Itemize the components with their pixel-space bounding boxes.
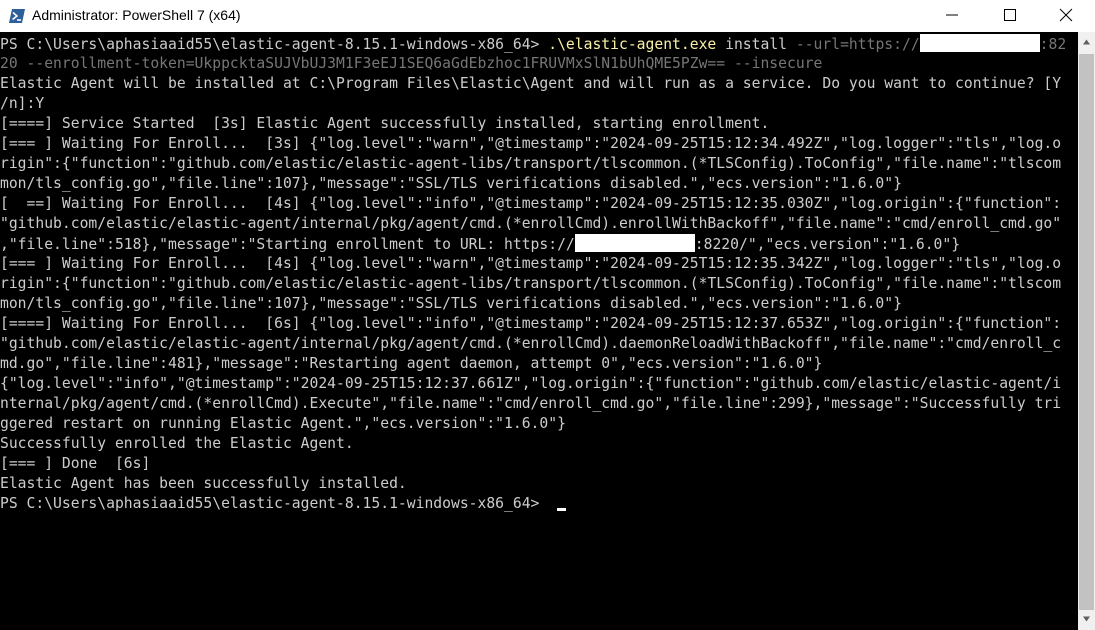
terminal-console[interactable]: PS C:\Users\aphasiaaid55\elastic-agent-8… xyxy=(0,34,1078,630)
output-line: Elastic Agent will be installed at C:\Pr… xyxy=(0,75,1062,92)
text-cursor xyxy=(557,508,567,511)
output-line: /n]:Y xyxy=(0,95,45,112)
output-line: {"log.level":"info","@timestamp":"2024-0… xyxy=(0,375,1062,392)
minimize-icon xyxy=(946,14,958,16)
output-line: [=== ] Done [6s] xyxy=(0,455,151,472)
output-line: [====] Service Started [3s] Elastic Agen… xyxy=(0,115,770,132)
close-button[interactable] xyxy=(1037,0,1095,30)
final-prompt: PS C:\Users\aphasiaaid55\elastic-agent-8… xyxy=(0,495,549,512)
command-line-continued: 20 --enrollment-token=UkppcktaSUJVbUJ3M1… xyxy=(0,55,823,72)
output-line: "github.com/elastic/elastic-agent/intern… xyxy=(0,335,1062,352)
output-line: mon/tls_config.go","file.line":107},"mes… xyxy=(0,175,902,192)
window-title: Administrator: PowerShell 7 (x64) xyxy=(32,7,241,23)
vertical-scrollbar[interactable] xyxy=(1078,32,1095,630)
output-line: "github.com/elastic/elastic-agent/intern… xyxy=(0,215,1062,232)
output-line: [====] Waiting For Enroll... [6s] {"log.… xyxy=(0,315,1062,332)
output-line: mon/tls_config.go","file.line":107},"mes… xyxy=(0,295,902,312)
scrollbar-thumb[interactable] xyxy=(1079,54,1094,610)
output-line: [=== ] Waiting For Enroll... [4s] {"log.… xyxy=(0,255,1062,272)
output-line: rigin":{"function":"github.com/elastic/e… xyxy=(0,155,1062,172)
maximize-button[interactable] xyxy=(981,0,1039,30)
prompt: PS C:\Users\aphasiaaid55\elastic-agent-8… xyxy=(0,36,549,53)
output-line: [=== ] Waiting For Enroll... [3s] {"log.… xyxy=(0,135,1062,152)
redacted-url xyxy=(919,34,1040,52)
output-line: nternal/pkg/agent/cmd.(*enrollCmd).Execu… xyxy=(0,395,1062,412)
command-subcommand: install xyxy=(716,36,796,53)
output-line: Elastic Agent has been successfully inst… xyxy=(0,475,407,492)
redacted-host xyxy=(574,234,695,252)
final-prompt-line[interactable]: PS C:\Users\aphasiaaid55\elastic-agent-8… xyxy=(0,494,1078,514)
scroll-down-arrow-icon[interactable] xyxy=(1082,614,1091,623)
output-line: Successfully enrolled the Elastic Agent. xyxy=(0,435,354,452)
output-line-url: ,"file.line":518},"message":"Starting en… xyxy=(0,234,1078,254)
command-url-suffix: :82 xyxy=(1039,36,1067,53)
close-icon xyxy=(1059,8,1073,22)
minimize-button[interactable] xyxy=(923,0,981,30)
url-line-after: :8220/","ecs.version":"1.6.0"} xyxy=(694,236,961,253)
command-executable: .\elastic-agent.exe xyxy=(548,36,717,53)
title-bar[interactable]: Administrator: PowerShell 7 (x64) xyxy=(0,0,1095,32)
powershell-icon xyxy=(9,9,25,23)
maximize-icon xyxy=(1004,9,1016,21)
command-line: PS C:\Users\aphasiaaid55\elastic-agent-8… xyxy=(0,34,1078,54)
output-line: rigin":{"function":"github.com/elastic/e… xyxy=(0,275,1062,292)
command-url-param: --url=https:// xyxy=(795,36,920,53)
output-line: md.go","file.line":481},"message":"Resta… xyxy=(0,355,823,372)
url-line-before: ,"file.line":518},"message":"Starting en… xyxy=(0,236,575,253)
scroll-up-arrow-icon[interactable] xyxy=(1082,38,1091,47)
output-line: ggered restart on running Elastic Agent.… xyxy=(0,415,566,432)
output-line: [ ==] Waiting For Enroll... [4s] {"log.l… xyxy=(0,195,1062,212)
